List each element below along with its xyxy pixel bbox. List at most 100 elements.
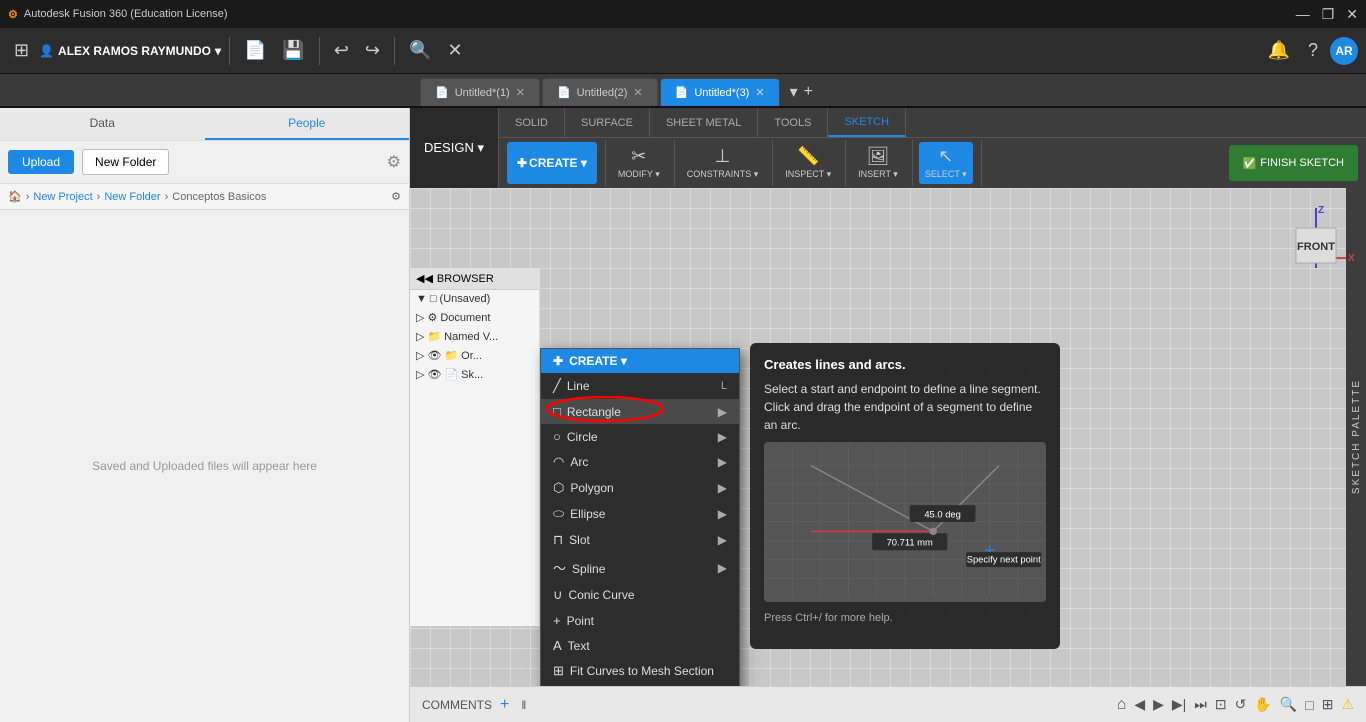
settings-icon[interactable]: ⚙: [387, 152, 401, 172]
add-comment-btn[interactable]: +: [500, 696, 509, 714]
cad-canvas[interactable]: ◀◀ BROWSER ▼ □ (Unsaved) ▷ ⚙ Document ▷ …: [410, 188, 1366, 686]
tab-untitled3[interactable]: 📄 Untitled*(3) ✕: [660, 78, 780, 106]
window-controls[interactable]: — ❐ ✕: [1296, 6, 1358, 23]
slot-icon: ⊓: [553, 532, 563, 547]
ellipse-icon: ⬭: [553, 506, 564, 521]
tabs-overflow-btn[interactable]: ▾: [790, 82, 798, 102]
insert-icon: 🖼: [867, 146, 890, 167]
minimize-btn[interactable]: —: [1296, 6, 1310, 23]
browser-item-sketch[interactable]: ▷ 👁 📄 Sk...: [410, 365, 539, 384]
tab-close-2[interactable]: ✕: [633, 86, 642, 99]
new-tab-btn[interactable]: +: [804, 83, 813, 101]
inspect-group: 📏 INSPECT ▾: [779, 140, 846, 186]
menu-item-conic-curve[interactable]: ∪Conic Curve: [541, 582, 739, 608]
nav-play-icon[interactable]: ▶: [1153, 696, 1164, 713]
menu-item-arc[interactable]: ◠Arc ▶: [541, 449, 739, 475]
mode-tab-solid[interactable]: SOLID: [499, 108, 565, 137]
apps-grid-btn[interactable]: ⊞: [8, 36, 35, 65]
tab-label-2: Untitled(2): [577, 87, 628, 99]
menu-item-polygon[interactable]: ⬡Polygon ▶: [541, 475, 739, 501]
maximize-btn[interactable]: ❐: [1322, 6, 1335, 23]
nav-end-icon[interactable]: ⏭: [1194, 696, 1207, 713]
close-file-btn[interactable]: ✕: [441, 36, 468, 65]
nav-back-icon[interactable]: ◀: [1134, 696, 1145, 713]
help-description: Select a start and endpoint to define a …: [764, 380, 1046, 434]
empty-message: Saved and Uploaded files will appear her…: [72, 459, 337, 473]
eye-icon[interactable]: 👁: [427, 349, 441, 362]
file-new-btn[interactable]: 📄: [238, 36, 272, 65]
select-btn[interactable]: ↖ SELECT ▾: [919, 142, 973, 184]
search-btn[interactable]: 🔍: [403, 36, 437, 65]
menu-item-circle[interactable]: ○Circle ▶: [541, 424, 739, 449]
redo-btn[interactable]: ↪: [359, 36, 386, 65]
browser-item-document[interactable]: ▷ ⚙ Document: [410, 308, 539, 327]
browser-item-named[interactable]: ▷ 📁 Named V...: [410, 327, 539, 346]
zoom-icon[interactable]: 🔍: [1280, 696, 1297, 713]
menu-item-fit-curves[interactable]: ⊞Fit Curves to Mesh Section: [541, 658, 739, 684]
upload-btn[interactable]: Upload: [8, 150, 74, 174]
select-label: SELECT ▾: [925, 169, 967, 180]
menu-item-spline[interactable]: 〜Spline ▶: [541, 553, 739, 582]
mode-tab-tools[interactable]: TOOLS: [758, 108, 828, 137]
modify-btn[interactable]: ✂ MODIFY ▾: [612, 142, 666, 184]
tab-close-1[interactable]: ✕: [516, 86, 525, 99]
display-icon[interactable]: □: [1305, 697, 1313, 713]
new-folder-btn[interactable]: New Folder: [82, 149, 169, 175]
menu-item-slot[interactable]: ⊓Slot ▶: [541, 527, 739, 553]
breadcrumb-settings-icon[interactable]: ⚙: [391, 190, 401, 203]
undo-btn[interactable]: ↩: [328, 36, 355, 65]
comments-collapse-icon[interactable]: ‖: [521, 698, 526, 712]
orbit-icon[interactable]: ↺: [1235, 696, 1247, 713]
constraints-btn[interactable]: ⊥ CONSTRAINTS ▾: [681, 142, 765, 184]
right-content: DESIGN ▾ SOLID SURFACE SHEET METAL TOOLS…: [410, 108, 1366, 722]
mode-tab-sketch[interactable]: SKETCH: [828, 108, 906, 137]
mode-tab-sheet-metal[interactable]: SHEET METAL: [650, 108, 758, 137]
slot-label: Slot: [569, 533, 590, 547]
browser-collapse-icon: ◀◀: [416, 272, 433, 285]
tab-untitled1[interactable]: 📄 Untitled*(1) ✕: [420, 78, 540, 106]
browser-item-unsaved[interactable]: ▼ □ (Unsaved): [410, 290, 539, 308]
timeline-icon[interactable]: ⊡: [1215, 696, 1227, 713]
save-btn[interactable]: 💾: [276, 36, 310, 65]
nav-step-icon[interactable]: ▶|: [1172, 696, 1186, 713]
mode-tab-row: SOLID SURFACE SHEET METAL TOOLS SKETCH: [499, 108, 1366, 138]
menu-item-point[interactable]: +Point: [541, 608, 739, 633]
tab-untitled2[interactable]: 📄 Untitled(2) ✕: [542, 78, 658, 106]
design-mode-btn[interactable]: DESIGN ▾: [410, 108, 499, 188]
insert-btn[interactable]: 🖼 INSERT ▾: [852, 142, 904, 184]
breadcrumb-project[interactable]: New Project: [33, 191, 92, 203]
menu-item-rectangle[interactable]: □ Rectangle ▶: [541, 399, 739, 424]
item-icon: 📁: [444, 349, 458, 362]
user-menu-btn[interactable]: 👤 ALEX RAMOS RAYMUNDO ▾: [39, 44, 221, 58]
constraints-label: CONSTRAINTS ▾: [687, 169, 759, 180]
browser-item-origin[interactable]: ▷ 👁 📁 Or...: [410, 346, 539, 365]
create-menu-header[interactable]: ✚ CREATE ▾: [541, 349, 739, 373]
create-btn[interactable]: ✚ CREATE ▾: [507, 142, 597, 184]
data-tab[interactable]: Data: [0, 108, 205, 140]
pan-icon[interactable]: ✋: [1254, 696, 1271, 713]
rectangle-arrow: ▶: [718, 405, 727, 419]
tab-close-3[interactable]: ✕: [755, 86, 764, 99]
create-icon: ✚: [517, 156, 527, 170]
browser-header[interactable]: ◀◀ BROWSER: [410, 268, 539, 290]
breadcrumb-home-icon[interactable]: 🏠: [8, 190, 22, 203]
view-cube[interactable]: FRONT Z X: [1276, 198, 1356, 278]
menu-item-text[interactable]: AText: [541, 633, 739, 658]
notifications-btn[interactable]: 🔔: [1262, 36, 1296, 65]
grid-icon[interactable]: ⊞: [1322, 696, 1334, 713]
nav-home-icon[interactable]: ⌂: [1117, 696, 1127, 714]
breadcrumb-current: Conceptos Basicos: [172, 191, 266, 203]
people-tab[interactable]: People: [205, 108, 410, 140]
inspect-btn[interactable]: 📏 INSPECT ▾: [779, 142, 837, 184]
help-btn[interactable]: ?: [1302, 36, 1324, 65]
mode-tab-surface[interactable]: SURFACE: [565, 108, 650, 137]
user-avatar[interactable]: AR: [1330, 37, 1358, 65]
close-btn[interactable]: ✕: [1346, 6, 1358, 23]
polygon-label: Polygon: [570, 481, 613, 495]
finish-sketch-btn[interactable]: ✅ FINISH SKETCH: [1229, 145, 1358, 181]
menu-item-line[interactable]: ╱Line L: [541, 373, 739, 399]
eye-icon[interactable]: 👁: [427, 368, 441, 381]
menu-item-ellipse[interactable]: ⬭Ellipse ▶: [541, 501, 739, 527]
expand-icon: ▷: [416, 311, 424, 324]
breadcrumb-folder[interactable]: New Folder: [104, 191, 160, 203]
